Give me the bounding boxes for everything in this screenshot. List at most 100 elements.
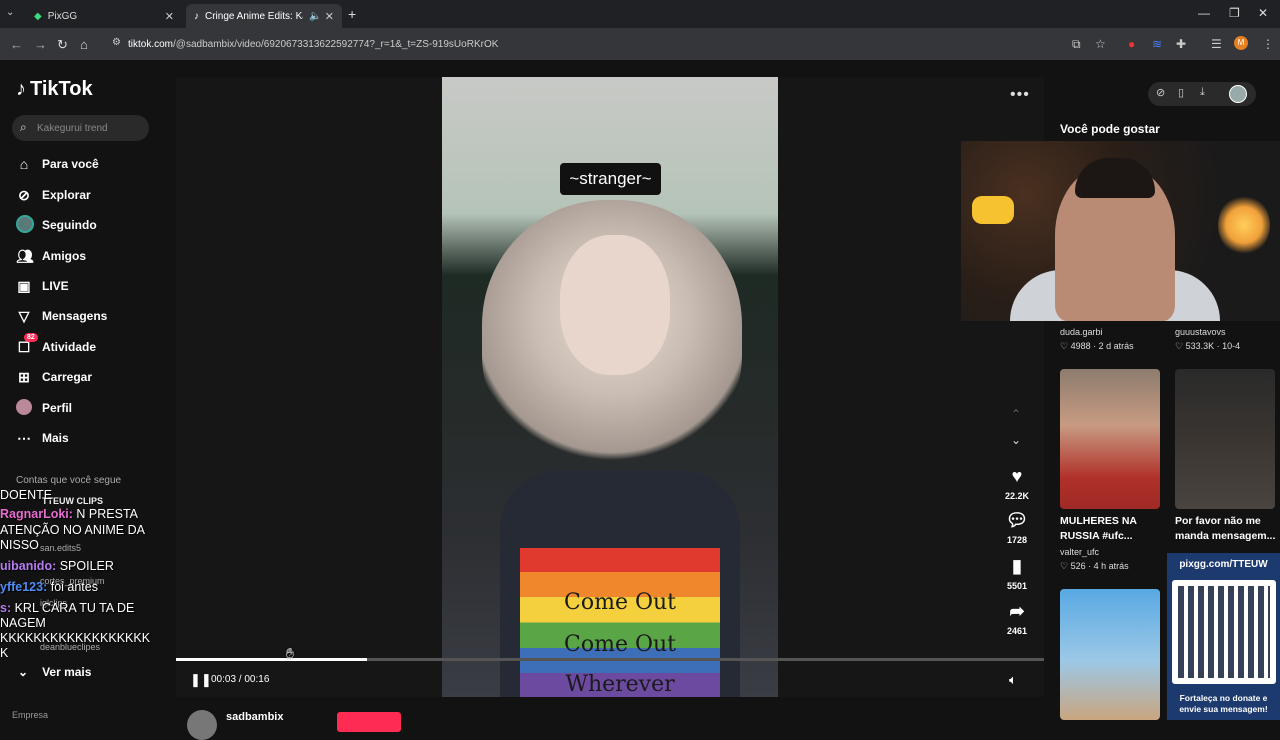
share-button[interactable]: ➦ 2461 [1000, 601, 1034, 636]
sidebar-item-amigos[interactable]: 👥︎ Amigos [16, 246, 86, 266]
forward-icon[interactable]: → [34, 37, 47, 52]
extension-red-icon[interactable]: ● [1128, 37, 1135, 51]
card-user: duda.garbi [1060, 327, 1103, 337]
sidebar-item-label: Mensagens [42, 309, 108, 323]
previous-video-icon[interactable]: ⌃ [1011, 407, 1021, 421]
search-input[interactable]: ⌕ Kakegurui trend [12, 115, 149, 141]
see-more-button[interactable]: ⌄ Ver mais [18, 665, 91, 679]
tab-title: PixGG [47, 10, 78, 22]
profile-avatar-icon[interactable]: M [1234, 36, 1248, 50]
chat-message: RagnarLoki: N PRESTA [0, 507, 138, 521]
share-icon: ➦ [1009, 601, 1025, 621]
footer-link[interactable]: Empresa [12, 710, 48, 720]
lamp-light [972, 196, 1014, 224]
chevron-down-icon: ⌄ [18, 665, 29, 679]
account-item[interactable]: san.edits5 [40, 543, 81, 553]
media-control-icon[interactable]: ☰ [1211, 37, 1222, 51]
suggestion-card[interactable]: guuustavovs ♡ 533.3K · 10-4 [1175, 327, 1240, 352]
close-tab-icon[interactable]: ✕ [165, 10, 174, 23]
comment-count: 1728 [1006, 535, 1028, 545]
comment-icon: 💬︎ [1005, 510, 1029, 530]
sidebar-item-label: Amigos [42, 249, 87, 263]
like-count: 22.2K [1004, 491, 1030, 501]
tab-search-icon[interactable]: ⌄ [6, 7, 14, 18]
close-window-icon[interactable]: ✕ [1258, 6, 1268, 20]
pixgg-icon: ◆ [34, 10, 42, 22]
sidebar-item-para-voce[interactable]: ⌂ Para você [16, 154, 99, 174]
speaker-icon[interactable]: 🔈 [309, 11, 321, 22]
bookmark-star-icon[interactable]: ☆ [1095, 37, 1106, 51]
heart-icon: ♡ [1060, 561, 1071, 571]
sidebar-item-label: Atividade [42, 340, 97, 354]
tiktok-icon: ♪ [16, 78, 26, 100]
minimize-icon[interactable]: — [1198, 6, 1210, 20]
home-icon[interactable]: ⌂ [80, 37, 88, 52]
volume-icon[interactable]: 🔈︎ [1009, 672, 1017, 688]
mobile-icon[interactable]: ▯ [1178, 86, 1184, 99]
video-caption: ~stranger~ [560, 163, 661, 195]
tiktok-logo[interactable]: ♪ TikTok [16, 78, 93, 101]
sidebar-item-mais[interactable]: ⋯ Mais [16, 428, 69, 448]
sidebar-item-explorar[interactable]: ⊘ Explorar [16, 185, 91, 205]
pause-icon[interactable]: ❚❚ [190, 672, 212, 688]
like-button[interactable]: ♥ 22.2K [1000, 466, 1034, 501]
sidebar-item-carregar[interactable]: ⊞ Carregar [16, 367, 92, 387]
browser-menu-icon[interactable]: ⋮ [1262, 37, 1274, 51]
suggestion-thumbnail[interactable] [1060, 589, 1160, 720]
next-video-icon[interactable]: ⌄ [1011, 433, 1021, 447]
browser-tab-pixgg[interactable]: ◆ PixGG ✕ [26, 4, 182, 28]
shirt-text: Come Out [564, 632, 676, 657]
download-icon[interactable]: ⤓ [1200, 86, 1205, 99]
chat-message: NISSO [0, 538, 39, 552]
compass-icon[interactable]: ⊘ [1156, 86, 1165, 99]
bookmark-button[interactable]: ▮ 5501 [1000, 556, 1034, 591]
donation-url: pixgg.com/TTEUW [1179, 559, 1268, 570]
address-bar[interactable]: ⚙ tiktok.com /@sadbambix/video/692067331… [106, 34, 1066, 54]
reload-icon[interactable]: ↻ [57, 37, 68, 53]
live-icon: ▣ [17, 277, 31, 294]
site-info-icon[interactable]: ⚙ [112, 37, 121, 48]
author-name[interactable]: sadbambix [226, 711, 283, 723]
chat-message: yffe123: foi antes [0, 580, 98, 594]
suggestion-card[interactable]: Por favor não me manda mensagem... [1175, 514, 1277, 544]
back-icon[interactable]: ← [10, 37, 23, 52]
author-avatar[interactable] [187, 710, 217, 740]
sidebar-item-label: Para você [42, 157, 99, 171]
following-avatar-icon [16, 214, 34, 236]
restore-icon[interactable]: ❐ [1229, 6, 1240, 20]
sidebar-item-label: Carregar [42, 370, 93, 384]
suggestion-thumbnail[interactable] [1060, 369, 1160, 509]
sidebar-item-seguindo[interactable]: Seguindo [16, 214, 97, 236]
sidebar-item-label: LIVE [42, 279, 69, 293]
search-icon: ⌕ [20, 120, 27, 134]
suggestion-thumbnail[interactable] [1175, 369, 1275, 509]
extension-audio-icon[interactable]: ≋ [1152, 37, 1162, 51]
new-tab-button[interactable]: + [348, 6, 356, 22]
chat-message: NAGEM [0, 616, 46, 630]
chat-message: DOENTE [0, 488, 53, 502]
suggestion-card[interactable]: duda.garbi ♡ 4988 · 2 d atrás [1060, 327, 1134, 352]
browser-tab-tiktok[interactable]: ♪ Cringe Anime Edits: Kakeg 🔈 ✕ [186, 4, 342, 28]
chat-message: K [0, 646, 9, 660]
extensions-icon[interactable]: ✚ [1176, 37, 1186, 51]
bookmark-count: 5501 [1006, 581, 1028, 591]
home-icon: ⌂ [19, 156, 29, 172]
sidebar-item-mensagens[interactable]: ▽ Mensagens [16, 306, 108, 326]
logo-text: TikTok [30, 78, 93, 100]
more-icon: ⋯ [17, 429, 31, 446]
sidebar-item-live[interactable]: ▣ LIVE [16, 276, 69, 296]
suggestion-card[interactable]: MULHERES NA RUSSIA #ufc... valter_ufc ♡ … [1060, 514, 1165, 572]
close-tab-icon[interactable]: ✕ [325, 10, 334, 23]
card-user: guuustavovs [1175, 327, 1226, 337]
suggestions-title: Você pode gostar [1060, 122, 1160, 136]
follow-button[interactable] [337, 712, 401, 732]
more-options-icon[interactable]: ••• [1010, 86, 1030, 104]
card-title: Por favor não me manda mensagem... [1175, 515, 1276, 542]
install-app-icon[interactable]: ⧉ [1072, 37, 1081, 52]
chat-message: KKKKKKKKKKKKKKKKKK [0, 631, 151, 645]
sidebar-item-perfil[interactable]: Perfil [16, 398, 72, 418]
avatar[interactable] [1229, 85, 1247, 103]
sidebar-item-atividade[interactable]: ☐ 82 Atividade [16, 332, 97, 357]
comment-button[interactable]: 💬︎ 1728 [1000, 510, 1034, 545]
messages-icon: ▽ [18, 307, 30, 324]
